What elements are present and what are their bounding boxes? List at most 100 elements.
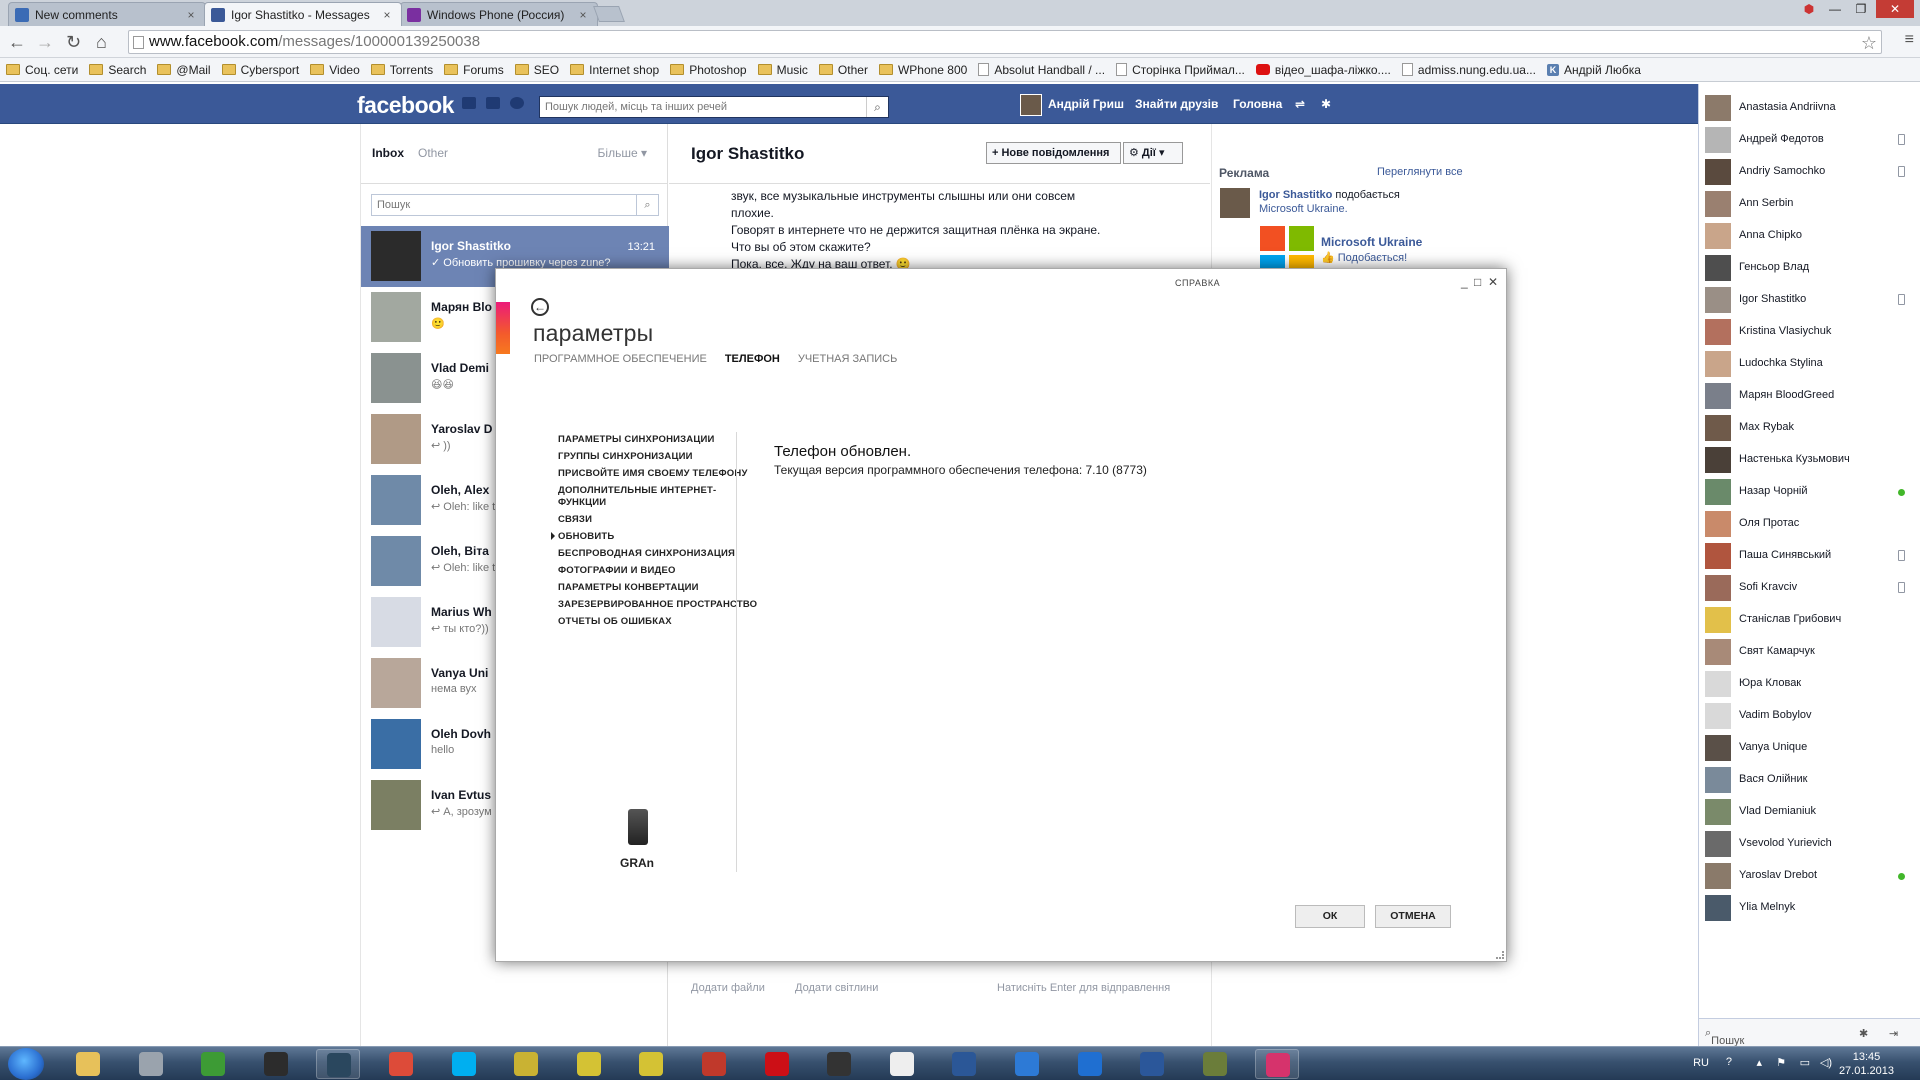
- home-icon[interactable]: ⌂: [96, 33, 107, 51]
- page-name-link[interactable]: Microsoft Ukraine: [1321, 235, 1422, 249]
- chat-friend[interactable]: Anastasia Andriivna: [1699, 92, 1920, 124]
- search-icon[interactable]: ⌕: [636, 195, 658, 215]
- forward-icon[interactable]: →: [36, 33, 54, 51]
- totalcmd2-taskbar-button[interactable]: [629, 1049, 673, 1079]
- search-icon[interactable]: ⌕: [866, 97, 888, 117]
- inkscape-taskbar-button[interactable]: [880, 1049, 924, 1079]
- chat-options-icon[interactable]: ✱: [1859, 1027, 1868, 1040]
- chat-friend[interactable]: Andriy Samochko: [1699, 156, 1920, 188]
- profile-link[interactable]: Андрій Гриш: [1048, 97, 1124, 111]
- chat-friend[interactable]: Настенька Кузьмович: [1699, 444, 1920, 476]
- chat-friend[interactable]: Андрей Федотов: [1699, 124, 1920, 156]
- tab-software[interactable]: ПРОГРАММНОЕ ОБЕСПЕЧЕНИЕ: [534, 353, 707, 365]
- browser-tab-messages[interactable]: Igor Shastitko - Messages ×: [204, 2, 402, 26]
- chat-friend[interactable]: Ylia Melnyk: [1699, 892, 1920, 924]
- settings-menu-item[interactable]: ДОПОЛНИТЕЛЬНЫЕ ИНТЕРНЕТ-ФУНКЦИИ: [558, 485, 758, 509]
- media-taskbar-button[interactable]: [129, 1049, 173, 1079]
- help-link[interactable]: СПРАВКА: [1175, 278, 1220, 288]
- chat-friend[interactable]: Sofi Kravciv: [1699, 572, 1920, 604]
- bookmark-item[interactable]: Cybersport: [221, 63, 299, 77]
- messages-icon[interactable]: [486, 97, 500, 109]
- home-link[interactable]: Головна: [1233, 97, 1282, 111]
- chat-friend[interactable]: Вася Олійник: [1699, 764, 1920, 796]
- inbox-tab[interactable]: Inbox: [372, 146, 404, 160]
- settings-menu-item[interactable]: ПРИСВОЙТЕ ИМЯ СВОЕМУ ТЕЛЕФОНУ: [558, 468, 758, 480]
- bookmark-item[interactable]: Forums: [444, 63, 504, 77]
- settings-menu-item[interactable]: ФОТОГРАФИИ И ВИДЕО: [558, 565, 758, 577]
- liked-page-link[interactable]: Microsoft Ukraine.: [1259, 203, 1348, 215]
- tab-account[interactable]: УЧЕТНАЯ ЗАПИСЬ: [798, 353, 898, 365]
- minimize-icon[interactable]: —: [1824, 0, 1846, 18]
- word-taskbar-button[interactable]: [1130, 1049, 1174, 1079]
- notifications-icon[interactable]: [510, 97, 524, 109]
- flag-icon[interactable]: ⚑: [1776, 1056, 1786, 1069]
- chat-friend[interactable]: Vanya Unique: [1699, 732, 1920, 764]
- more-dropdown[interactable]: Більше ▾: [598, 146, 647, 160]
- facebook-search-input[interactable]: Пошук людей, місць та інших речей ⌕: [539, 96, 889, 118]
- reload-icon[interactable]: ↻: [66, 33, 81, 51]
- bookmark-item[interactable]: Absolut Handball / ...: [978, 63, 1105, 77]
- enter-to-send-checkbox[interactable]: Натисніть Enter для відправлення: [997, 982, 1170, 994]
- chat-friend[interactable]: Max Rybak: [1699, 412, 1920, 444]
- zune-taskbar-button[interactable]: [1255, 1049, 1300, 1079]
- bookmark-item[interactable]: WPhone 800: [878, 63, 967, 77]
- chat-friend[interactable]: Назар Чорній: [1699, 476, 1920, 508]
- address-bar[interactable]: www.facebook.com/messages/10000013925003…: [128, 30, 1882, 54]
- settings-menu-item[interactable]: ОБНОВИТЬ: [551, 531, 758, 543]
- cancel-button[interactable]: ОТМЕНА: [1375, 905, 1451, 928]
- bookmark-item[interactable]: Video: [310, 63, 360, 77]
- network-icon[interactable]: ▭: [1800, 1056, 1810, 1069]
- totalcmd-taskbar-button[interactable]: [567, 1049, 611, 1079]
- close-icon[interactable]: ×: [575, 8, 591, 22]
- chat-friend[interactable]: Ann Serbin: [1699, 188, 1920, 220]
- adblock-icon[interactable]: ⬢: [1798, 0, 1820, 18]
- settings-menu-item[interactable]: ПАРАМЕТРЫ КОНВЕРТАЦИИ: [558, 582, 758, 594]
- skype-taskbar-button[interactable]: [442, 1049, 486, 1079]
- facebook-logo[interactable]: facebook: [357, 92, 454, 119]
- settings-menu-item[interactable]: ОТЧЕТЫ ОБ ОШИБКАХ: [558, 616, 758, 628]
- mobile-taskbar-button[interactable]: [692, 1049, 736, 1079]
- close-icon[interactable]: ×: [183, 8, 199, 22]
- language-indicator[interactable]: RU: [1693, 1057, 1709, 1069]
- close-window-icon[interactable]: ✕: [1876, 0, 1914, 18]
- volume-icon[interactable]: ◁): [1820, 1056, 1832, 1069]
- thread-title[interactable]: Igor Shastitko: [691, 144, 804, 164]
- bookmark-item[interactable]: Search: [89, 63, 146, 77]
- minimize-icon[interactable]: _: [1461, 275, 1468, 289]
- inbox-search-input[interactable]: Пошук ⌕: [371, 194, 659, 216]
- chat-friend[interactable]: Паша Синявський: [1699, 540, 1920, 572]
- settings-menu-item[interactable]: БЕСПРОВОДНАЯ СИНХРОНИЗАЦИЯ: [558, 548, 758, 560]
- actions-button[interactable]: ⚙ Дії ▾: [1123, 142, 1183, 164]
- wrench-menu-icon[interactable]: ≡: [1905, 31, 1914, 49]
- chat-friend[interactable]: Юра Кловак: [1699, 668, 1920, 700]
- bookmark-item[interactable]: SEO: [514, 63, 559, 77]
- bookmark-item[interactable]: admiss.nung.edu.ua...: [1401, 63, 1536, 77]
- maximize-icon[interactable]: ❐: [1850, 0, 1872, 18]
- chat-friend[interactable]: Свят Камарчук: [1699, 636, 1920, 668]
- tab-phone[interactable]: ТЕЛЕФОН: [725, 353, 780, 365]
- game-taskbar-button[interactable]: [504, 1049, 548, 1079]
- tank-taskbar-button[interactable]: [1193, 1049, 1237, 1079]
- bookmark-item[interactable]: @Mail: [157, 63, 211, 77]
- settings-menu-item[interactable]: ГРУППЫ СИНХРОНИЗАЦИИ: [558, 451, 758, 463]
- back-arrow-icon[interactable]: ←: [531, 298, 549, 316]
- bookmark-item[interactable]: Torrents: [370, 63, 433, 77]
- new-tab-button[interactable]: [593, 6, 625, 22]
- like-button[interactable]: 👍 Подобається!: [1321, 251, 1407, 264]
- bookmark-item[interactable]: Internet shop: [570, 63, 659, 77]
- new-message-button[interactable]: + Нове повідомлення: [986, 142, 1121, 164]
- ok-button[interactable]: ОК: [1295, 905, 1365, 928]
- chat-friend[interactable]: Станіслав Грибович: [1699, 604, 1920, 636]
- bookmark-item[interactable]: Соц. сети: [6, 63, 78, 77]
- privacy-icon[interactable]: ⇌: [1295, 97, 1305, 111]
- chat-friend[interactable]: Ludochka Stylina: [1699, 348, 1920, 380]
- console-taskbar-button[interactable]: [817, 1049, 861, 1079]
- maximize-icon[interactable]: □: [1474, 275, 1481, 289]
- settings-menu-item[interactable]: ПАРАМЕТРЫ СИНХРОНИЗАЦИИ: [558, 434, 758, 446]
- bookmark-item[interactable]: Photoshop: [670, 63, 747, 77]
- chat-friend[interactable]: Vsevolod Yurievich: [1699, 828, 1920, 860]
- add-files-link[interactable]: Додати файли: [691, 982, 765, 994]
- chat-friend[interactable]: Vlad Demianiuk: [1699, 796, 1920, 828]
- back-icon[interactable]: ←: [8, 33, 26, 51]
- resize-grip[interactable]: [1496, 951, 1504, 959]
